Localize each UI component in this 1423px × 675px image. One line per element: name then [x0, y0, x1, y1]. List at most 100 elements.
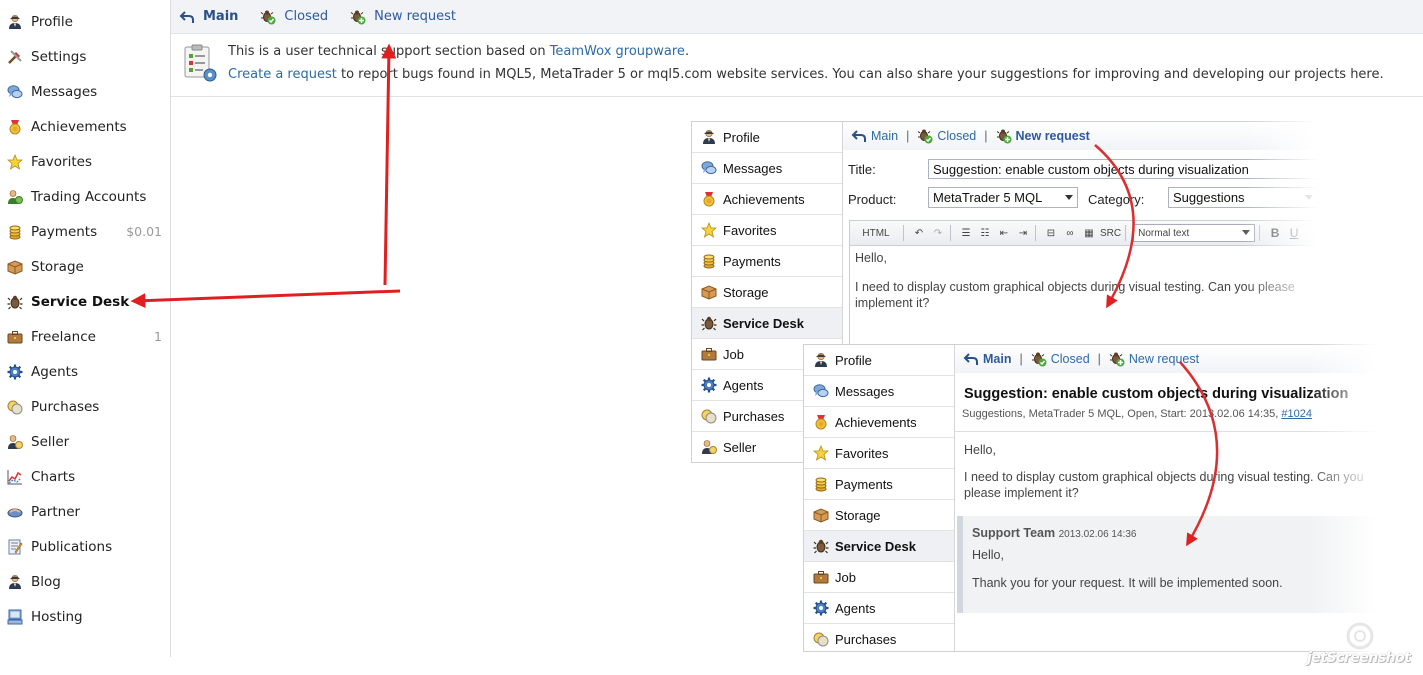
panel2-sidebar-item-agents[interactable]: Agents [804, 593, 954, 624]
chart-icon [7, 469, 23, 485]
sidebar-item-service-desk[interactable]: Service Desk [0, 284, 170, 319]
panel1-closed-link[interactable]: Closed [917, 128, 976, 144]
bug-add-icon [1109, 351, 1125, 367]
sidebar-item-trading-accounts[interactable]: Trading Accounts [0, 179, 170, 214]
panel2-sidebar-item-service-desk[interactable]: Service Desk [804, 531, 954, 562]
back-arrow-icon [963, 351, 979, 367]
panel2-sidebar-item-favorites[interactable]: Favorites [804, 438, 954, 469]
teamwox-link[interactable]: TeamWox groupware [550, 44, 685, 59]
reply-date: 2013.02.06 14:36 [1058, 529, 1137, 540]
briefcase-icon [701, 346, 717, 362]
sidebar-item-label: Partner [31, 503, 81, 520]
sidebar-item-label: Purchases [835, 631, 897, 647]
bug-check-icon [1031, 351, 1047, 367]
star-icon [701, 222, 717, 238]
ticket-id-link[interactable]: #1024 [1281, 408, 1312, 420]
new-request-link[interactable]: New request [350, 9, 456, 25]
link-icon[interactable]: ∞ [1062, 224, 1078, 242]
panel1-sidebar-item-favorites[interactable]: Favorites [692, 215, 842, 246]
sidebar-item-profile[interactable]: Profile [0, 4, 170, 39]
panel2-sidebar-item-payments[interactable]: Payments [804, 469, 954, 500]
handshake-icon [7, 504, 23, 520]
info-text-1: This is a user technical support section… [228, 44, 550, 59]
back-arrow-icon [851, 128, 867, 144]
closed-link[interactable]: Closed [260, 9, 328, 25]
table-icon[interactable]: ▦ [1081, 224, 1097, 242]
sidebar-item-label: Hosting [31, 608, 83, 625]
sidebar-item-settings[interactable]: Settings [0, 39, 170, 74]
title-input[interactable]: Suggestion: enable custom objects during… [928, 159, 1317, 179]
panel1-sidebar-item-profile[interactable]: Profile [692, 122, 842, 153]
panel1-sidebar-item-service-desk[interactable]: Service Desk [692, 308, 842, 339]
redo-icon[interactable]: ↷ [930, 224, 946, 242]
panel1-sidebar-item-storage[interactable]: Storage [692, 277, 842, 308]
back-arrow-icon [179, 9, 195, 25]
sidebar-item-storage[interactable]: Storage [0, 249, 170, 284]
sidebar-item-charts[interactable]: Charts [0, 459, 170, 494]
sidebar-item-freelance[interactable]: Freelance 1 [0, 319, 170, 354]
panel2-sidebar-item-job[interactable]: Job [804, 562, 954, 593]
separator: | [984, 129, 988, 143]
outdent-icon[interactable]: ⇤ [996, 224, 1012, 242]
sidebar-item-messages[interactable]: Messages [0, 74, 170, 109]
panel2-closed-link[interactable]: Closed [1031, 351, 1090, 367]
horizontal-rule-icon[interactable]: ⊟ [1043, 224, 1059, 242]
sidebar-item-label: Profile [723, 129, 760, 145]
panel2-sidebar-item-storage[interactable]: Storage [804, 500, 954, 531]
panel1-main-link[interactable]: Main [851, 128, 898, 144]
sidebar-item-publications[interactable]: Publications [0, 529, 170, 564]
info-line-2: Create a request to report bugs found in… [228, 67, 1384, 82]
chevron-down-icon [1242, 230, 1251, 235]
undo-icon[interactable]: ↶ [911, 224, 927, 242]
sidebar-item-hosting[interactable]: Hosting [0, 599, 170, 634]
underline-button[interactable]: U [1286, 224, 1302, 242]
category-select[interactable]: Suggestions [1168, 187, 1317, 208]
product-select[interactable]: MetaTrader 5 MQL [928, 187, 1078, 208]
bug-check-icon [917, 128, 933, 144]
html-mode-button[interactable]: HTML [853, 224, 899, 242]
bold-button[interactable]: B [1267, 224, 1283, 242]
sidebar-item-agents[interactable]: Agents [0, 354, 170, 389]
source-button[interactable]: SRC [1100, 224, 1121, 242]
sidebar-item-blog[interactable]: Blog [0, 564, 170, 599]
create-request-link[interactable]: Create a request [228, 67, 337, 82]
chevron-down-icon [1065, 195, 1073, 200]
sidebar-item-favorites[interactable]: Favorites [0, 144, 170, 179]
sidebar-item-achievements[interactable]: Achievements [0, 109, 170, 144]
watermark-text: jetScreenshot [1307, 650, 1411, 666]
main-link[interactable]: Main [179, 9, 238, 25]
panel2-sidebar-item-purchases[interactable]: Purchases [804, 624, 954, 651]
briefcase-icon [813, 569, 829, 585]
panel2-sidebar-item-messages[interactable]: Messages [804, 376, 954, 407]
ticket-body-line-1: Hello, [964, 443, 996, 457]
panel2-sidebar-item-achievements[interactable]: Achievements [804, 407, 954, 438]
panel2-toolbar: Main | Closed | New request [955, 345, 1377, 373]
panel1-new-request-link[interactable]: New request [996, 128, 1090, 144]
sidebar-item-payments[interactable]: Payments $0.01 [0, 214, 170, 249]
panel1-sidebar-item-messages[interactable]: Messages [692, 153, 842, 184]
sidebar-item-label: Agents [31, 363, 78, 380]
sidebar-item-label: Seller [31, 433, 70, 450]
separator [903, 225, 904, 241]
sidebar-item-label: Favorites [835, 445, 889, 461]
format-select[interactable]: Normal text [1133, 224, 1256, 242]
numbered-list-icon[interactable]: ☷ [977, 224, 993, 242]
title-label: Title: [848, 162, 876, 177]
panel1-sidebar-item-achievements[interactable]: Achievements [692, 184, 842, 215]
panel2-main-link[interactable]: Main [963, 351, 1011, 367]
medal-icon [701, 191, 717, 207]
sidebar-item-label: Blog [31, 573, 61, 590]
main-label: Main [203, 9, 239, 24]
sidebar-item-seller[interactable]: Seller [0, 424, 170, 459]
panel1-sidebar-item-payments[interactable]: Payments [692, 246, 842, 277]
indent-icon[interactable]: ⇥ [1015, 224, 1031, 242]
sidebar-item-purchases[interactable]: Purchases [0, 389, 170, 424]
bullet-list-icon[interactable]: ☰ [958, 224, 974, 242]
money-user-icon [7, 189, 23, 205]
panel2-new-request-link[interactable]: New request [1109, 351, 1199, 367]
sidebar-item-label: Achievements [723, 191, 805, 207]
bug-add-icon [350, 9, 366, 25]
sidebar-item-partner[interactable]: Partner [0, 494, 170, 529]
ticket-meta-text: Suggestions, MetaTrader 5 MQL, Open, Sta… [962, 408, 1282, 420]
panel2-sidebar-item-profile[interactable]: Profile [804, 345, 954, 376]
